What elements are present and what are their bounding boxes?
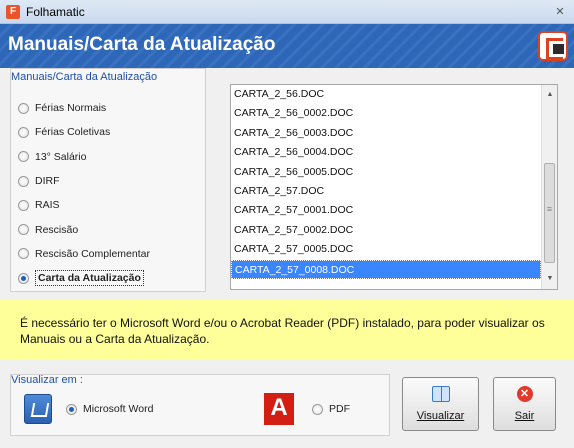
radio-label: DIRF bbox=[35, 175, 60, 188]
radio-ferias-coletivas[interactable]: Férias Coletivas bbox=[18, 120, 208, 144]
title-bar: F Folhamatic ✕ bbox=[0, 0, 574, 24]
view-in-legend: Visualizar em : bbox=[11, 374, 83, 386]
notice-text: É necessário ter o Microsoft Word e/ou o… bbox=[20, 316, 545, 346]
close-circle-icon: ✕ bbox=[516, 386, 533, 402]
word-icon bbox=[24, 394, 52, 424]
acrobat-icon bbox=[264, 393, 294, 425]
document-file-list[interactable]: CARTA_2_56.DOC CARTA_2_56_0002.DOC CARTA… bbox=[230, 84, 558, 290]
radio-label: Férias Normais bbox=[35, 102, 107, 115]
list-item[interactable]: CARTA_2_57_0005.DOC bbox=[231, 240, 541, 259]
radio-label: Microsoft Word bbox=[83, 403, 154, 415]
window-title: Folhamatic bbox=[26, 5, 85, 19]
scrollbar-thumb[interactable] bbox=[544, 163, 555, 263]
list-item[interactable]: CARTA_2_56_0003.DOC bbox=[231, 124, 541, 143]
radio-pdf[interactable]: PDF bbox=[312, 403, 350, 415]
view-button-label: Visualizar bbox=[416, 410, 465, 422]
radio-microsoft-word[interactable]: Microsoft Word bbox=[66, 403, 153, 415]
radio-carta-da-atualizacao[interactable]: Carta da Atualização bbox=[18, 266, 208, 290]
list-item[interactable]: CARTA_2_57_0002.DOC bbox=[231, 221, 541, 240]
radio-label: Carta da Atualização bbox=[35, 270, 144, 287]
radio-button-checked-icon[interactable] bbox=[18, 272, 29, 284]
book-icon bbox=[431, 386, 450, 402]
radio-button-checked-icon[interactable] bbox=[66, 403, 77, 415]
folhamatic-app-icon: F bbox=[6, 5, 20, 19]
view-button[interactable]: Visualizar bbox=[402, 377, 479, 431]
list-item[interactable]: CARTA_2_57_0001.DOC bbox=[231, 201, 541, 220]
exit-button-label: Sair bbox=[514, 410, 535, 422]
radio-label: RAIS bbox=[35, 199, 60, 212]
radio-rescisao-complementar[interactable]: Rescisão Complementar bbox=[18, 242, 208, 266]
radio-button-icon[interactable] bbox=[18, 248, 29, 260]
list-item-selected[interactable]: CARTA_2_57_0008.DOC bbox=[231, 259, 541, 279]
radio-button-icon[interactable] bbox=[18, 175, 29, 187]
radio-button-icon[interactable] bbox=[312, 403, 323, 415]
radio-label: Rescisão bbox=[35, 223, 79, 236]
list-item[interactable]: CARTA_2_56.DOC bbox=[231, 85, 541, 104]
manuals-group-legend: Manuais/Carta da Atualização bbox=[11, 71, 158, 83]
vertical-scrollbar[interactable]: ▲ ▼ bbox=[541, 85, 557, 289]
requirements-notice: É necessário ter o Microsoft Word e/ou o… bbox=[0, 300, 574, 360]
manuals-radio-list: Férias Normais Férias Coletivas 13° Salá… bbox=[18, 96, 208, 290]
folhamatic-logo-icon bbox=[538, 31, 568, 61]
list-item[interactable]: CARTA_2_56_0002.DOC bbox=[231, 104, 541, 123]
radio-rescisao[interactable]: Rescisão bbox=[18, 217, 208, 241]
list-item[interactable]: CARTA_2_57.DOC bbox=[231, 182, 541, 201]
window-close-button[interactable]: ✕ bbox=[552, 4, 568, 20]
list-item[interactable]: CARTA_2_56_0004.DOC bbox=[231, 143, 541, 162]
list-item[interactable]: CARTA_2_56_0005.DOC bbox=[231, 163, 541, 182]
radio-button-icon[interactable] bbox=[18, 126, 29, 138]
radio-label: 13° Salário bbox=[35, 150, 87, 163]
radio-button-icon[interactable] bbox=[18, 102, 29, 114]
radio-ferias-normais[interactable]: Férias Normais bbox=[18, 96, 208, 120]
page-title: Manuais/Carta da Atualização bbox=[8, 34, 276, 55]
radio-label: PDF bbox=[329, 403, 350, 415]
radio-button-icon[interactable] bbox=[18, 199, 29, 211]
radio-rais[interactable]: RAIS bbox=[18, 193, 208, 217]
header-banner: Manuais/Carta da Atualização bbox=[0, 24, 574, 68]
radio-button-icon[interactable] bbox=[18, 151, 29, 163]
scroll-down-arrow-icon[interactable]: ▼ bbox=[542, 271, 557, 287]
radio-label: Férias Coletivas bbox=[35, 126, 111, 139]
radio-13-salario[interactable]: 13° Salário bbox=[18, 145, 208, 169]
radio-label: Rescisão Complementar bbox=[35, 247, 150, 260]
radio-button-icon[interactable] bbox=[18, 224, 29, 236]
exit-button[interactable]: ✕ Sair bbox=[493, 377, 556, 431]
radio-dirf[interactable]: DIRF bbox=[18, 169, 208, 193]
scroll-up-arrow-icon[interactable]: ▲ bbox=[542, 87, 557, 103]
